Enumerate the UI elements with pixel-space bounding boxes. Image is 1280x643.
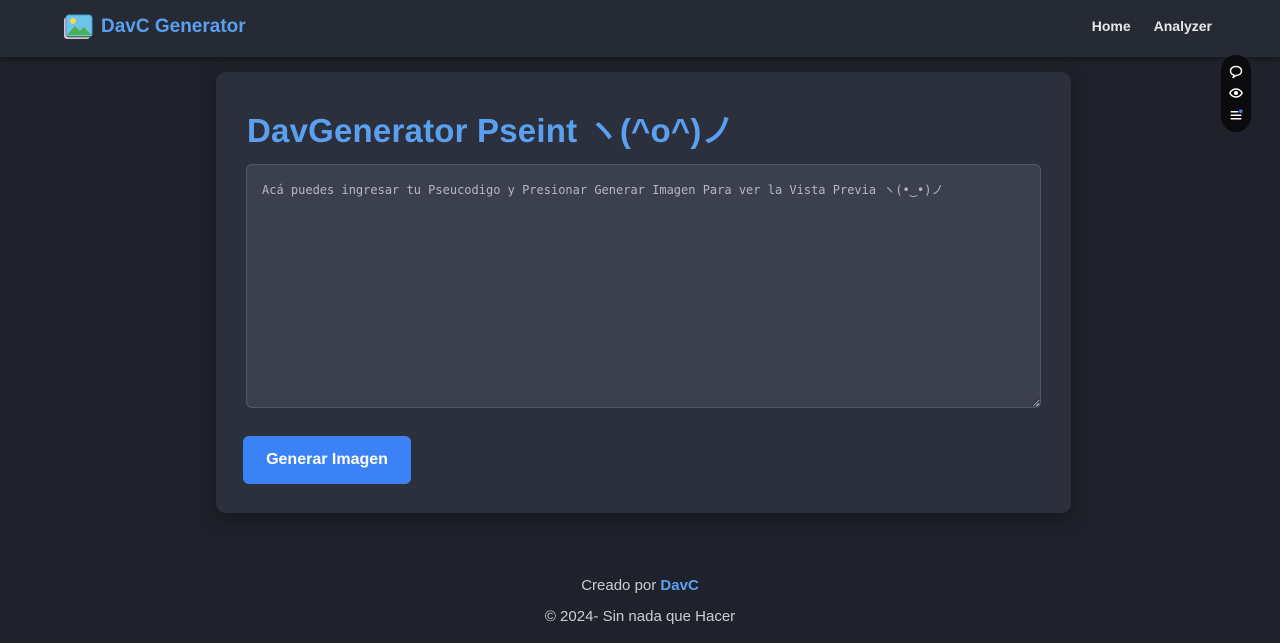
page-footer: Creado por DavC © 2024- Sin nada que Hac… <box>0 575 1280 628</box>
generate-image-button[interactable]: Generar Imagen <box>243 436 411 484</box>
footer-credit: Creado por DavC <box>0 575 1280 597</box>
image-gallery-icon <box>64 14 93 39</box>
pseudocode-input[interactable] <box>246 164 1041 408</box>
page-title: DavGenerator Pseint ヽ(^o^)ノ <box>247 112 735 149</box>
brand-title: DavC Generator <box>101 16 246 37</box>
nav-link-analyzer[interactable]: Analyzer <box>1154 18 1212 34</box>
brand-link[interactable]: DavC Generator <box>63 13 246 41</box>
nav-link-home[interactable]: Home <box>1092 18 1131 34</box>
footer-credit-label: Creado por <box>581 577 661 594</box>
main-nav: Home Analyzer <box>1092 18 1212 34</box>
generator-card: DavGenerator Pseint ヽ(^o^)ノ Generar Imag… <box>216 72 1071 513</box>
menu-list-icon[interactable] <box>1228 107 1244 123</box>
eye-icon[interactable] <box>1228 85 1244 101</box>
footer-author-link[interactable]: DavC <box>660 577 698 594</box>
chat-bubble-icon[interactable] <box>1228 64 1244 80</box>
top-navbar: DavC Generator Home Analyzer <box>0 0 1280 57</box>
floating-side-toolbar <box>1221 55 1251 132</box>
footer-copyright: © 2024- Sin nada que Hacer <box>544 608 736 625</box>
